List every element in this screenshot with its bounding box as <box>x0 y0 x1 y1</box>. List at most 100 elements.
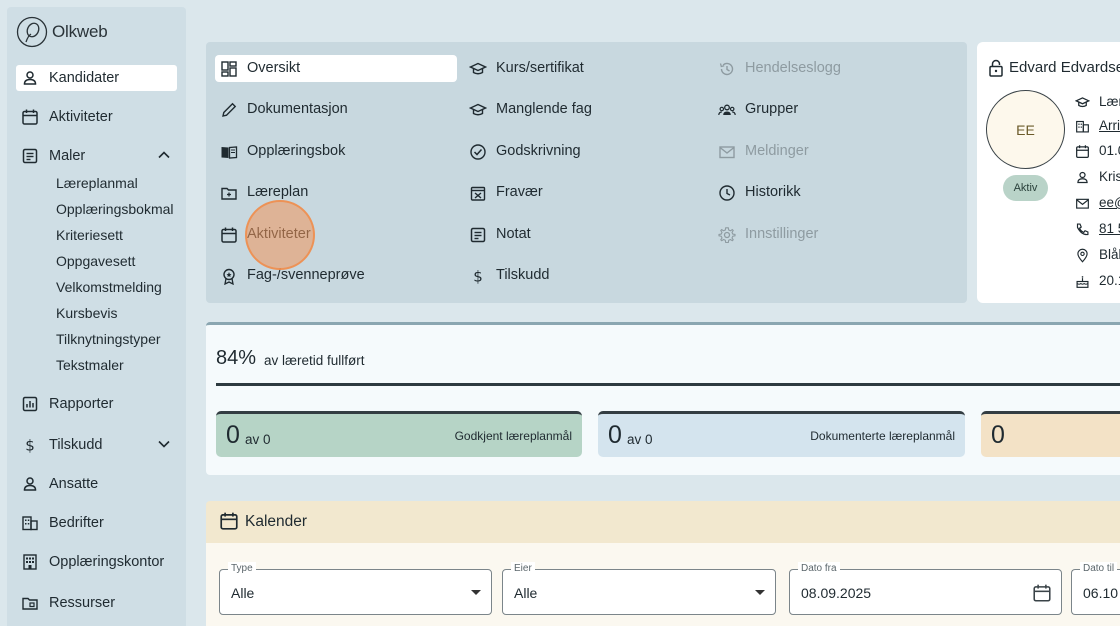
menu-item-label: Godskrivning <box>496 143 581 159</box>
phone-link[interactable]: 81 55 00 00 <box>1099 221 1120 236</box>
progress-percent: 84% <box>216 347 257 369</box>
sidebar-item-rapporter[interactable]: Rapporter <box>16 391 177 417</box>
menu-item-meldinger[interactable]: Meldinger <box>713 138 955 165</box>
info-text: Lærling <box>1099 94 1120 109</box>
sidebar-subitem-opplaeringsbokmal[interactable]: Opplæringsbokmal <box>56 201 174 217</box>
calendar-header: Kalender <box>206 501 1120 543</box>
logo[interactable]: Olkweb <box>16 16 108 48</box>
status-text: Aktiv <box>1013 182 1038 194</box>
calendar-x-icon <box>470 186 486 201</box>
building-icon <box>1076 120 1089 133</box>
stat-label: Dokumenterte læreplanmål <box>810 429 955 443</box>
person-icon <box>1077 171 1088 184</box>
menu-item-label: Innstillinger <box>745 226 819 242</box>
sidebar-subitem-kursbevis[interactable]: Kursbevis <box>56 305 117 321</box>
company-link[interactable]: Arriba AS <box>1099 118 1120 133</box>
check-circle-icon <box>470 144 486 160</box>
info-row-address: Blåbærveien 1 <box>1075 247 1120 265</box>
chevron-up-icon[interactable] <box>157 148 171 162</box>
progress-text: av læretid fullført <box>264 353 365 368</box>
sidebar-item-tilskudd[interactable]: $ Tilskudd <box>16 432 177 458</box>
dollar-icon: $ <box>25 437 35 455</box>
date-to-input[interactable]: Dato til 06.10.2025 <box>1071 562 1120 615</box>
sidebar-item-opplaeringskontor[interactable]: Opplæringskontor <box>16 549 177 575</box>
calendar-title: Kalender <box>245 513 308 530</box>
info-row-program: Lærling <box>1075 94 1120 112</box>
svg-text:$: $ <box>25 437 35 455</box>
menu-item-aktiviteter[interactable]: Aktiviteter <box>215 221 457 248</box>
sidebar-item-label: Ressurser <box>49 595 116 611</box>
sidebar-subitem-laereplanmal[interactable]: Læreplanmal <box>56 175 138 191</box>
sidebar-subitem-tilknytningstyper[interactable]: Tilknytningstyper <box>56 331 161 347</box>
menu-item-label: Notat <box>496 226 531 242</box>
clock-icon <box>719 185 735 201</box>
menu-item-hendelseslogg[interactable]: Hendelseslogg <box>713 55 955 82</box>
menu-item-fag-svenneprove[interactable]: Fag-/svenneprøve <box>215 262 457 289</box>
menu-item-fravaer[interactable]: Fravær <box>464 179 706 206</box>
calendar-picker-icon[interactable] <box>1032 583 1052 603</box>
info-row-phone[interactable]: 81 55 00 00 <box>1075 221 1120 239</box>
stat-label: Godkjent læreplanmål <box>454 429 572 443</box>
calendar-icon <box>221 227 237 243</box>
sidebar-subitem-oppgavesett[interactable]: Oppgavesett <box>56 253 135 269</box>
sidebar-subitem-tekstmaler[interactable]: Tekstmaler <box>56 357 124 373</box>
sidebar-item-ansatte[interactable]: Ansatte <box>16 471 177 497</box>
progress-bar <box>216 383 1120 386</box>
info-row-birthday: 20.10.2005 <box>1075 273 1120 291</box>
menu-item-godskrivning[interactable]: Godskrivning <box>464 138 706 165</box>
progress-section: 84% av læretid fullført 0 av 0 Godkjent … <box>206 322 1120 475</box>
graduation-cap-icon <box>1075 97 1090 108</box>
stat-card-approved[interactable]: 0 av 0 Godkjent læreplanmål <box>216 411 582 457</box>
stat-card-documented[interactable]: 0 av 0 Dokumenterte læreplanmål <box>598 411 965 457</box>
phone-icon <box>1076 223 1089 236</box>
field-value: Alle <box>514 585 538 601</box>
menu-item-label: Læreplan <box>247 184 309 200</box>
menu-item-label: Grupper <box>745 101 799 117</box>
menu-item-grupper[interactable]: Grupper <box>713 96 955 123</box>
candidate-menu: Oversikt Dokumentasjon Opplæringsbok Lær… <box>206 42 967 303</box>
sidebar-item-aktiviteter[interactable]: Aktiviteter <box>16 104 177 130</box>
person-icon <box>23 71 37 85</box>
menu-item-dokumentasjon[interactable]: Dokumentasjon <box>215 96 457 123</box>
sidebar-item-kandidater[interactable]: Kandidater <box>16 65 177 91</box>
sidebar-item-maler[interactable]: Maler <box>16 143 177 169</box>
menu-item-manglende-fag[interactable]: Manglende fag <box>464 96 706 123</box>
avatar-initials: EE <box>1016 121 1035 138</box>
sidebar-item-label: Rapporter <box>49 396 114 412</box>
sidebar-item-ressurser[interactable]: Ressurser <box>16 590 177 616</box>
sidebar-subitem-kriteriesett[interactable]: Kriteriesett <box>56 227 123 243</box>
award-icon <box>223 268 235 285</box>
lock-icon <box>989 59 1003 77</box>
field-label: Type <box>228 562 256 576</box>
stat-card-third[interactable]: 0 <box>981 411 1120 457</box>
menu-item-kurs-sertifikat[interactable]: Kurs/sertifikat <box>464 55 706 82</box>
date-from-input[interactable]: Dato fra 08.09.2025 <box>789 562 1062 615</box>
menu-item-laereplan[interactable]: Læreplan <box>215 179 457 206</box>
menu-item-notat[interactable]: Notat <box>464 221 706 248</box>
menu-item-label: Fag-/svenneprøve <box>247 267 365 283</box>
menu-item-innstillinger[interactable]: Innstillinger <box>713 221 955 248</box>
book-open-icon <box>221 146 238 159</box>
menu-item-oversikt[interactable]: Oversikt <box>215 55 457 82</box>
email-link[interactable]: ee@example.no <box>1099 195 1120 210</box>
menu-item-historikk[interactable]: Historikk <box>713 179 955 206</box>
mail-icon <box>1076 198 1089 209</box>
folder-icon <box>22 597 38 610</box>
menu-item-opplaeringsbok[interactable]: Opplæringsbok <box>215 138 457 165</box>
chevron-down-icon[interactable] <box>157 437 171 451</box>
type-select[interactable]: Type Alle <box>219 562 492 615</box>
field-label: Dato til <box>1080 562 1118 576</box>
dropdown-arrow-icon <box>471 590 481 595</box>
menu-item-label: Oversikt <box>247 60 301 76</box>
info-row-company[interactable]: Arriba AS <box>1075 118 1120 136</box>
sidebar-subitem-velkomstmelding[interactable]: Velkomstmelding <box>56 279 162 295</box>
stat-of: av 0 <box>245 432 271 447</box>
menu-item-tilskudd[interactable]: $ Tilskudd <box>464 262 706 289</box>
menu-item-label: Hendelseslogg <box>745 60 841 76</box>
menu-item-label: Opplæringsbok <box>247 143 346 159</box>
owner-select[interactable]: Eier Alle <box>502 562 776 615</box>
info-text: Kristian <box>1099 169 1120 184</box>
sidebar-item-bedrifter[interactable]: Bedrifter <box>16 510 177 536</box>
sidebar-item-label: Ansatte <box>49 476 99 492</box>
info-row-email[interactable]: ee@example.no <box>1075 195 1120 213</box>
